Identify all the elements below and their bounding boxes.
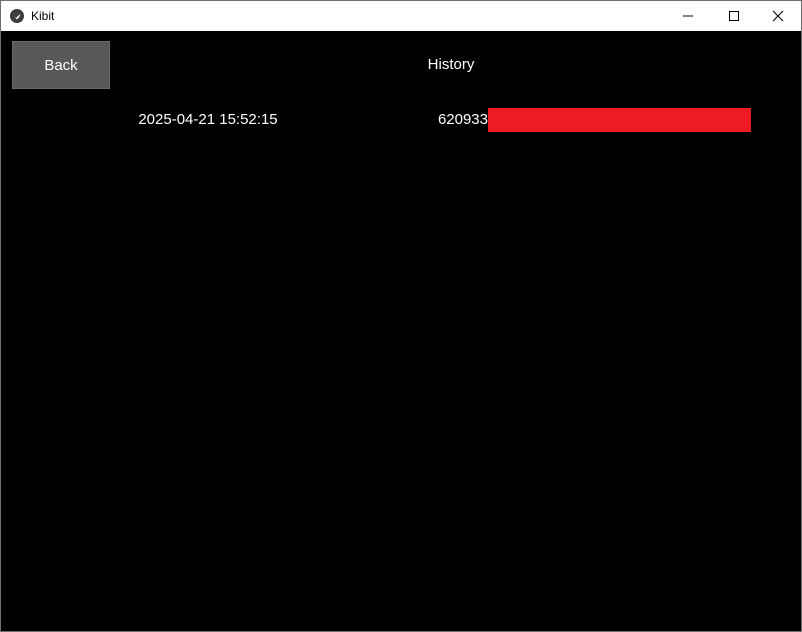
history-value: 620933 [437, 111, 488, 128]
history-screen: Back History 2025-04-21 15:52:15 620933 [1, 31, 801, 631]
maximize-button[interactable] [711, 1, 757, 31]
history-row: 2025-04-21 15:52:15 620933 [1, 107, 801, 133]
history-bar-track [488, 108, 751, 132]
kivy-logo-icon [10, 9, 24, 23]
minimize-button[interactable] [665, 1, 711, 31]
page-title: History [427, 56, 475, 73]
history-date: 2025-04-21 15:52:15 [138, 111, 278, 128]
close-icon [772, 10, 784, 22]
maximize-icon [729, 11, 739, 21]
history-bar [488, 108, 751, 132]
back-button[interactable]: Back [12, 41, 110, 89]
window-title: Kibit [31, 9, 55, 23]
title-bar[interactable]: Kibit [1, 1, 801, 31]
app-window: Kibit Back History 2025-04-21 15:52:15 6… [0, 0, 802, 632]
close-button[interactable] [755, 1, 801, 31]
minimize-icon [683, 15, 693, 17]
